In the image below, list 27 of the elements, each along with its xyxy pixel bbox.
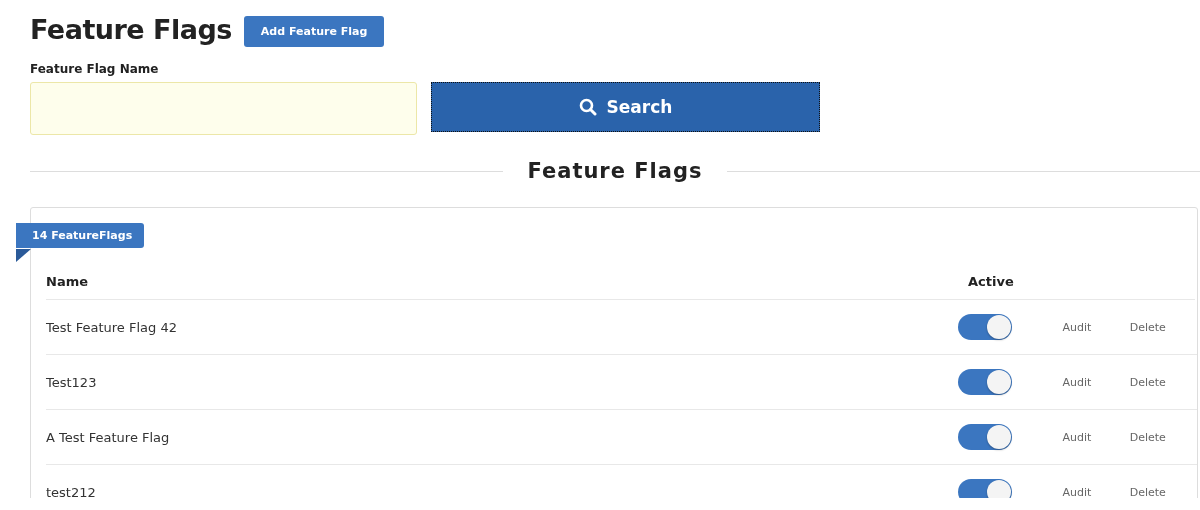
delete-link[interactable]: Delete [1129, 485, 1197, 498]
name-input-field[interactable] [30, 82, 417, 135]
count-ribbon: 14 FeatureFlags [16, 223, 145, 248]
flag-name: Test123 [46, 374, 98, 390]
section-title: Feature Flags [527, 159, 703, 183]
flag-name: Test Feature Flag 42 [46, 319, 178, 335]
audit-link[interactable]: Audit [1062, 320, 1130, 334]
add-feature-flag-button[interactable]: Add Feature Flag [243, 16, 385, 47]
page-title: Feature Flags [30, 14, 232, 45]
active-toggle[interactable] [958, 424, 1013, 450]
column-header: Active [968, 274, 1015, 289]
active-toggle[interactable] [958, 314, 1013, 340]
field-label: Feature Flag Name [30, 62, 160, 76]
column-header: Name [46, 274, 89, 289]
audit-link[interactable]: Audit [1062, 430, 1130, 444]
search-icon [578, 98, 597, 116]
flag-name: A Test Feature Flag [46, 429, 171, 445]
active-toggle[interactable] [958, 479, 1013, 498]
audit-link[interactable]: Audit [1062, 485, 1130, 498]
active-toggle[interactable] [958, 369, 1013, 395]
ribbon-fold-icon [16, 249, 31, 262]
search-button[interactable]: Search [431, 82, 820, 132]
flag-name: test212 [46, 484, 97, 498]
delete-link[interactable]: Delete [1129, 375, 1197, 389]
delete-link[interactable]: Delete [1129, 430, 1197, 444]
audit-link[interactable]: Audit [1062, 375, 1130, 389]
delete-link[interactable]: Delete [1129, 320, 1197, 334]
